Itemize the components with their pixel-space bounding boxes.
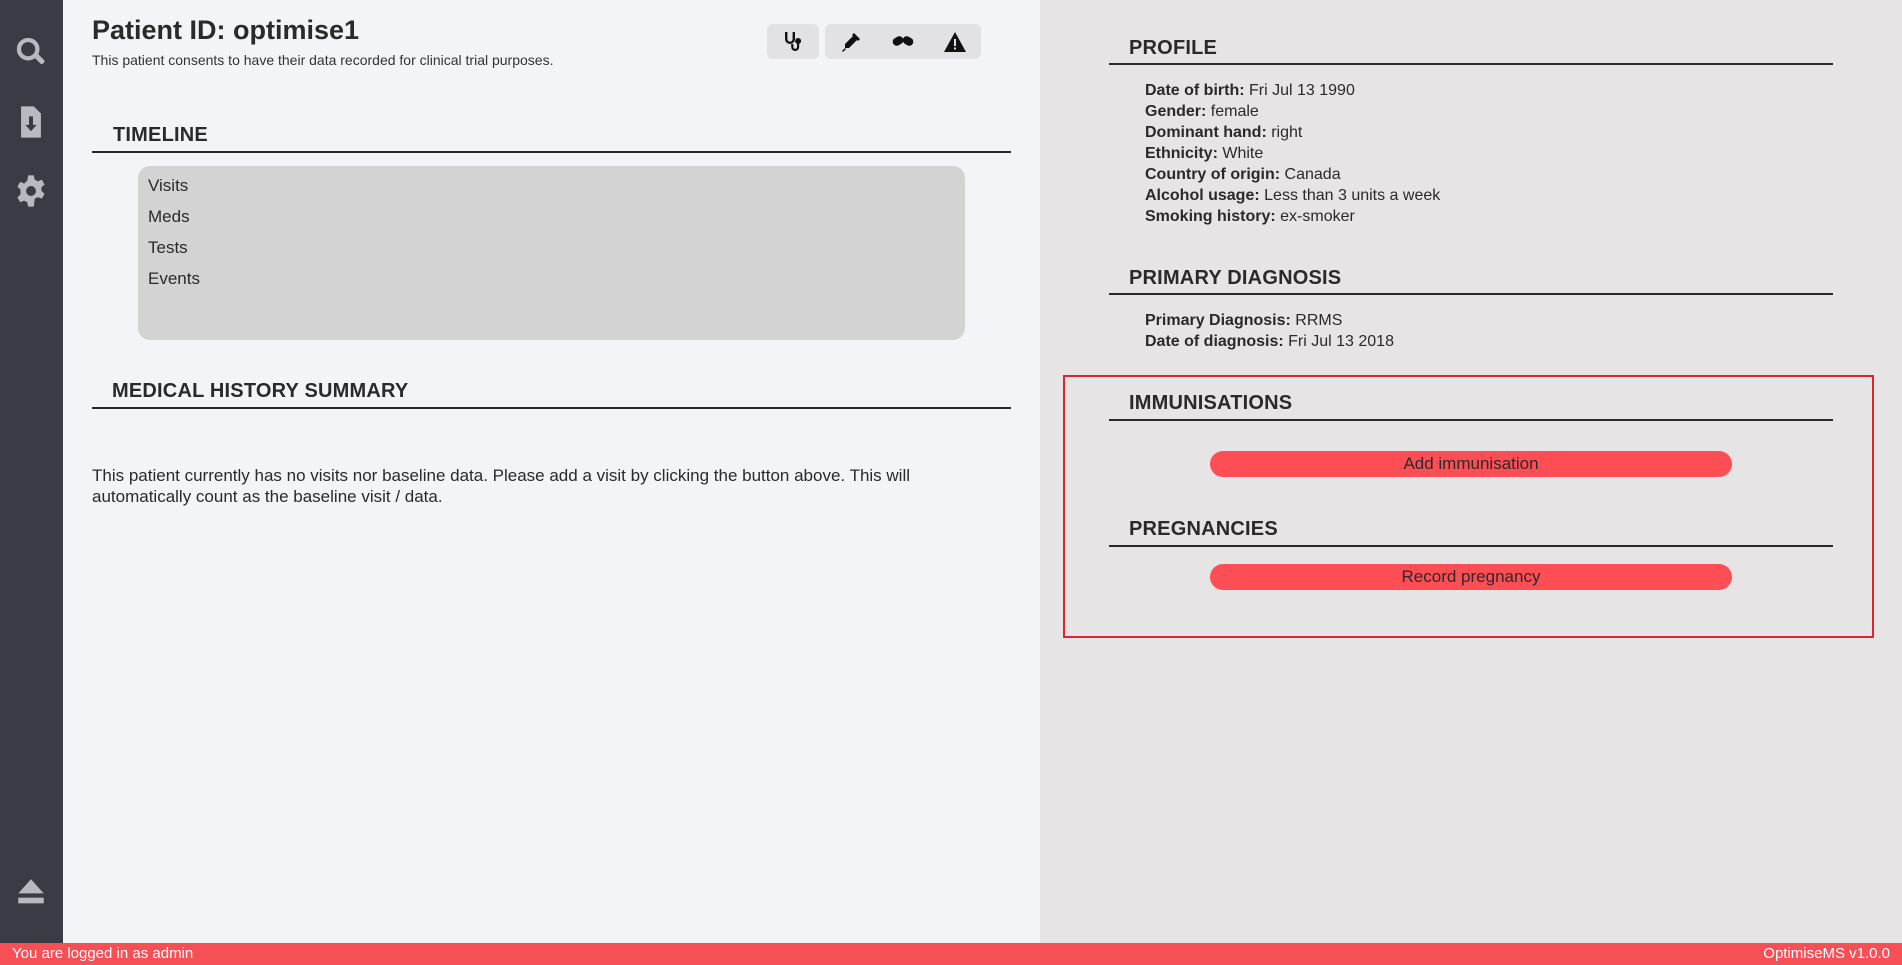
profile-fields: Date of birth: Fri Jul 13 1990 Gender: f… [1145, 80, 1440, 227]
profile-field: Country of origin: Canada [1145, 164, 1440, 185]
timeline-row-visits: Visits [148, 176, 189, 195]
field-label: Smoking history: [1145, 208, 1276, 225]
timeline-box: Visits Meds Tests Events [138, 166, 965, 340]
profile-field: Gender: female [1145, 101, 1440, 122]
title-label: Patient ID: [92, 15, 234, 45]
immunisations-heading: IMMUNISATIONS [1129, 392, 1293, 414]
field-label: Primary Diagnosis: [1145, 312, 1291, 329]
sidebar [0, 0, 63, 943]
history-heading: MEDICAL HISTORY SUMMARY [112, 380, 409, 402]
timeline-heading: TIMELINE [113, 124, 208, 146]
field-label: Gender: [1145, 103, 1207, 120]
toolbar-group [825, 24, 981, 59]
field-value: right [1271, 124, 1303, 141]
field-label: Country of origin: [1145, 166, 1281, 183]
pills-icon[interactable] [877, 24, 929, 59]
field-value: Canada [1284, 166, 1341, 183]
app-version: OptimiseMS v1.0.0 [1763, 945, 1890, 962]
login-status: You are logged in as admin [12, 945, 194, 962]
field-label: Alcohol usage: [1145, 187, 1260, 204]
field-value: female [1210, 103, 1259, 120]
divider [92, 151, 1011, 153]
field-label: Dominant hand: [1145, 124, 1267, 141]
main-panel: Patient ID: optimise1 This patient conse… [63, 0, 1040, 943]
stethoscope-icon[interactable] [767, 24, 819, 59]
field-value: Fri Jul 13 2018 [1288, 333, 1394, 350]
record-pregnancy-button[interactable]: Record pregnancy [1210, 564, 1732, 590]
download-file-icon[interactable] [13, 104, 49, 140]
field-value: RRMS [1295, 312, 1343, 329]
pregnancies-heading: PREGNANCIES [1129, 518, 1278, 540]
divider [1109, 63, 1833, 65]
field-value: Less than 3 units a week [1264, 187, 1441, 204]
field-value: Fri Jul 13 1990 [1249, 82, 1355, 99]
syringe-icon[interactable] [825, 24, 877, 59]
profile-field: Dominant hand: right [1145, 122, 1440, 143]
profile-field: Smoking history: ex-smoker [1145, 206, 1440, 227]
divider [92, 407, 1011, 409]
timeline-row-events: Events [148, 269, 200, 288]
profile-field: Date of birth: Fri Jul 13 1990 [1145, 80, 1440, 101]
field-value: White [1222, 145, 1264, 162]
warning-icon[interactable] [929, 24, 981, 59]
timeline-row-meds: Meds [148, 207, 190, 226]
diagnosis-field: Date of diagnosis: Fri Jul 13 2018 [1145, 331, 1394, 352]
status-bar: You are logged in as admin OptimiseMS v1… [0, 943, 1902, 965]
patient-id: optimise1 [233, 15, 360, 45]
diagnosis-heading: PRIMARY DIAGNOSIS [1129, 267, 1342, 289]
divider [1109, 419, 1833, 421]
search-icon[interactable] [13, 34, 49, 70]
diagnosis-field: Primary Diagnosis: RRMS [1145, 310, 1394, 331]
profile-field: Alcohol usage: Less than 3 units a week [1145, 185, 1440, 206]
page-title: Patient ID: optimise1 [92, 15, 359, 46]
profile-field: Ethnicity: White [1145, 143, 1440, 164]
empty-history-message: This patient currently has no visits nor… [92, 466, 911, 506]
gear-icon[interactable] [13, 173, 49, 209]
consent-text: This patient consents to have their data… [92, 52, 554, 68]
eject-icon[interactable] [13, 874, 49, 910]
toolbar [767, 24, 981, 59]
divider [1109, 293, 1833, 295]
field-label: Date of diagnosis: [1145, 333, 1284, 350]
diagnosis-fields: Primary Diagnosis: RRMS Date of diagnosi… [1145, 310, 1394, 352]
profile-heading: PROFILE [1129, 37, 1218, 59]
field-label: Date of birth: [1145, 82, 1245, 99]
add-immunisation-button[interactable]: Add immunisation [1210, 451, 1732, 477]
field-value: ex-smoker [1280, 208, 1355, 225]
divider [1109, 545, 1833, 547]
field-label: Ethnicity: [1145, 145, 1218, 162]
timeline-row-tests: Tests [148, 238, 188, 257]
